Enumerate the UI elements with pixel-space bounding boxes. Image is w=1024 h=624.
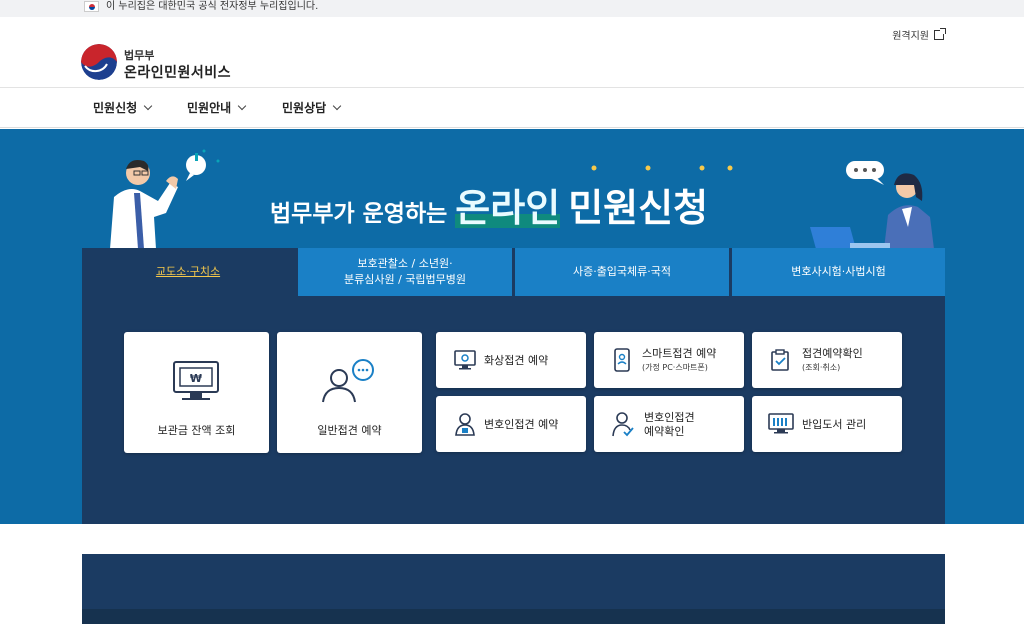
lawyer-icon bbox=[455, 413, 475, 436]
main-nav: 민원신청 민원안내 민원상담 bbox=[0, 88, 1024, 128]
general-visit-card[interactable]: 일반접견 예약 bbox=[277, 332, 422, 453]
video-monitor-icon bbox=[454, 350, 476, 370]
person-chat-icon bbox=[322, 359, 374, 403]
site-header: 원격지원 법무부 온라인민원서비스 bbox=[0, 17, 1024, 88]
hero-title-emph1-text: 온라인 bbox=[455, 186, 561, 230]
logo-service-name[interactable]: 온라인민원서비스 bbox=[124, 62, 231, 82]
service-panel: 교도소·구치소 보호관찰소 / 소년원· 분류심사원 / 국립법무병원 사증·출… bbox=[82, 248, 945, 624]
gov-banner-text: 이 누리집은 대한민국 공식 전자정부 누리집입니다. bbox=[106, 1, 319, 12]
tab-label-line1: 보호관찰소 / 소년원· bbox=[357, 257, 453, 270]
hero-title-emph-online: 온라인 bbox=[455, 177, 561, 232]
hero-section: 법무부가 운영하는 온라인 민원신청 교도소·구치소 보호관찰소 / 소년원· bbox=[0, 129, 1024, 624]
card-label: 보관금 잔액 조회 bbox=[157, 424, 236, 437]
tab-probation[interactable]: 보호관찰소 / 소년원· 분류심사원 / 국립법무병원 bbox=[298, 248, 512, 296]
card-label-line2: 예약확인 bbox=[644, 425, 685, 438]
tab-label-line2: 분류심사원 / 국립법무병원 bbox=[343, 273, 467, 286]
smartphone-icon bbox=[614, 348, 630, 372]
nav-item-label: 민원상담 bbox=[282, 101, 327, 115]
woman-illustration-icon bbox=[810, 161, 934, 249]
tab-prison[interactable]: 교도소·구치소 bbox=[82, 248, 294, 296]
chevron-down-icon bbox=[143, 101, 153, 110]
lawyer-visit-card[interactable]: 변호인접견 예약 bbox=[436, 396, 586, 452]
nav-item-label: 민원신청 bbox=[93, 101, 138, 115]
card-sublabel: (가정 PC·스마트폰) bbox=[642, 363, 708, 372]
hero-title-emph-apply: 민원신청 bbox=[568, 186, 709, 230]
nav-item-label: 민원안내 bbox=[187, 101, 232, 115]
tab-immigration[interactable]: 사증·출입국체류·국적 bbox=[515, 248, 729, 296]
card-label: 일반접견 예약 bbox=[317, 424, 382, 437]
hero-title: 법무부가 운영하는 온라인 민원신청 bbox=[270, 177, 708, 232]
card-label: 접견예약확인 bbox=[802, 347, 863, 360]
tab-label: 사증·출입국체류·국적 bbox=[572, 265, 672, 278]
remote-support-link[interactable]: 원격지원 bbox=[892, 27, 946, 42]
nav-item-consult[interactable]: 민원상담 bbox=[282, 99, 342, 116]
remote-support-label: 원격지원 bbox=[892, 31, 929, 42]
card-label: 변호인접견 예약 bbox=[484, 418, 559, 431]
page-footer-space bbox=[0, 524, 1024, 554]
checklist-icon bbox=[771, 349, 789, 371]
title-dots-icon bbox=[591, 165, 733, 171]
nav-item-apply[interactable]: 민원신청 bbox=[93, 99, 153, 116]
chevron-down-icon bbox=[332, 101, 342, 110]
korea-flag-icon bbox=[84, 1, 99, 12]
tab-label: 변호사시험·사법시험 bbox=[791, 265, 886, 278]
card-label: 반입도서 관리 bbox=[802, 418, 867, 431]
chevron-down-icon bbox=[237, 101, 247, 110]
visit-confirm-card[interactable]: 접견예약확인 (조회·취소) bbox=[752, 332, 902, 388]
gov-banner: 이 누리집은 대한민국 공식 전자정부 누리집입니다. bbox=[0, 0, 1024, 17]
hero-title-prefix: 법무부가 운영하는 bbox=[270, 201, 448, 227]
tab-bar-exam[interactable]: 변호사시험·사법시험 bbox=[732, 248, 945, 296]
panel-bottom-band bbox=[82, 609, 945, 624]
svg-text:₩: ₩ bbox=[190, 372, 202, 385]
nav-item-guide[interactable]: 민원안내 bbox=[187, 99, 247, 116]
monitor-won-icon: ₩ bbox=[173, 361, 219, 400]
ministry-logo-icon[interactable] bbox=[81, 44, 117, 80]
books-card[interactable]: 반입도서 관리 bbox=[752, 396, 902, 452]
video-visit-card[interactable]: 화상접견 예약 bbox=[436, 332, 586, 388]
external-link-icon bbox=[934, 27, 946, 40]
man-illustration-icon bbox=[110, 149, 220, 249]
lawyer-confirm-card[interactable]: 변호인접견 예약확인 bbox=[594, 396, 744, 452]
card-label: 스마트접견 예약 bbox=[642, 347, 717, 360]
smart-visit-card[interactable]: 스마트접견 예약 (가정 PC·스마트폰) bbox=[594, 332, 744, 388]
tab-label: 교도소·구치소 bbox=[155, 265, 221, 278]
card-label: 화상접견 예약 bbox=[484, 354, 549, 367]
books-icon bbox=[768, 413, 794, 434]
card-sublabel: (조회·취소) bbox=[802, 363, 841, 372]
person-check-icon bbox=[612, 412, 634, 437]
logo-ministry-name[interactable]: 법무부 bbox=[124, 47, 154, 63]
balance-inquiry-card[interactable]: ₩ 보관금 잔액 조회 bbox=[124, 332, 269, 453]
